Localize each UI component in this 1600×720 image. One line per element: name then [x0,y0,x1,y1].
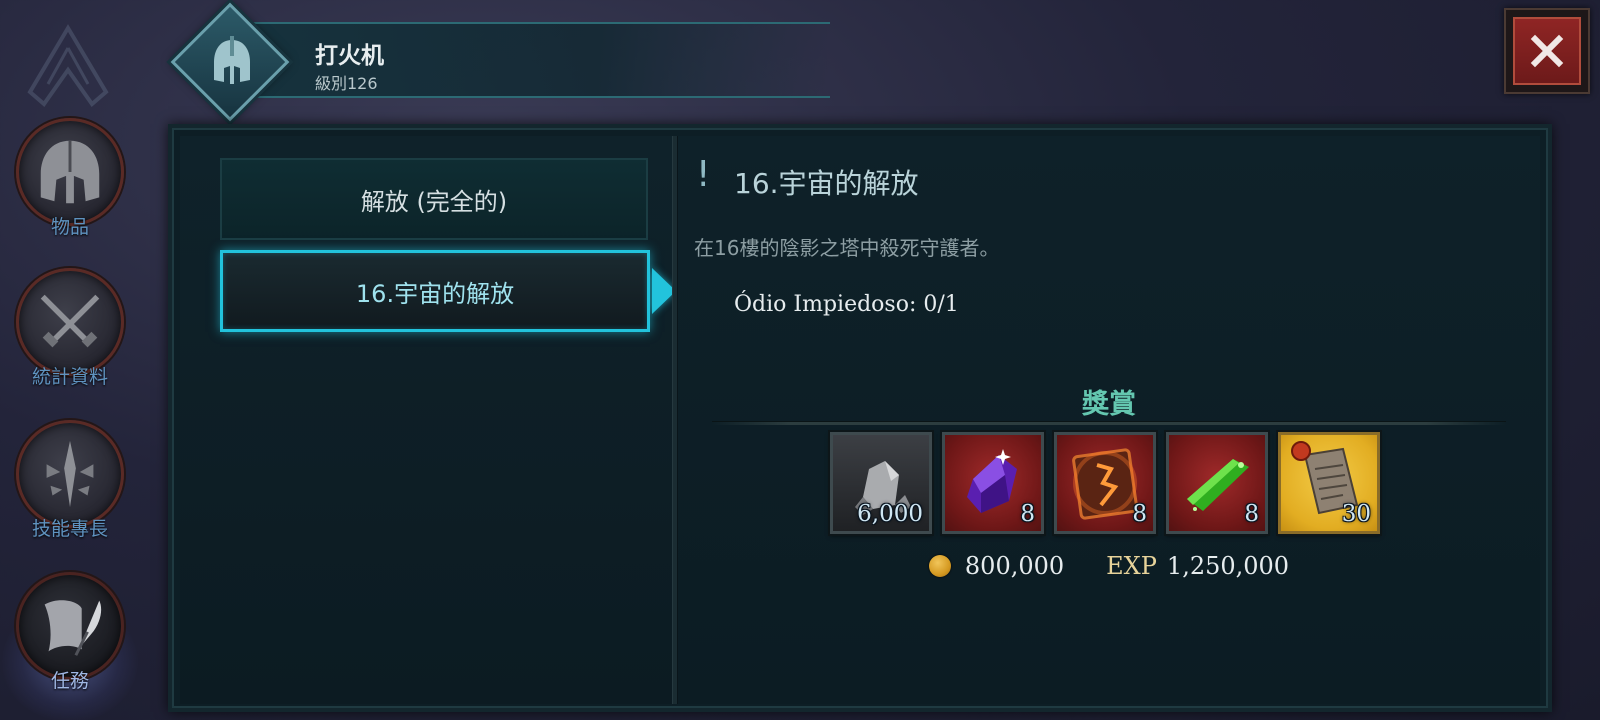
sidebar-item-label: 技能專長 [31,518,108,540]
helmet-icon [40,140,100,204]
sidebar-item-stats[interactable]: 統計資料 [12,268,128,408]
reward-quantity: 8 [1132,501,1147,527]
reward-quantity: 8 [1020,501,1035,527]
sidebar-item-label: 任務 [50,670,89,692]
quest-title: 16.宇宙的解放 [734,167,919,200]
exp-reward: 1,250,000 [1166,552,1290,580]
reward-quantity: 8 [1244,501,1259,527]
rewards-divider [712,421,1506,425]
close-button[interactable] [1504,8,1590,94]
sidebar-item-quests[interactable]: 任務 [2,572,138,720]
reward-slot-purple-gem[interactable]: 8 [942,432,1044,534]
crossed-swords-icon [40,294,100,348]
currency-rewards: 800,000 EXP 1,250,000 [678,546,1540,586]
sidebar-item-skills[interactable]: 技能專長 [12,420,128,560]
exclamation-icon: ! [696,154,711,195]
quest-item-label: 16.宇宙的解放 [355,279,515,308]
exp-label: EXP [1106,552,1157,580]
quest-description: 在16樓的陰影之塔中殺死守護者。 [694,236,1000,260]
quest-list: 解放 (完全的) 16.宇宙的解放 [180,136,676,704]
reward-slot-green-crystal[interactable]: 8 [1166,432,1268,534]
quest-category-label: 解放 (完全的) [360,187,508,216]
quest-panel: 解放 (完全的) 16.宇宙的解放 ! 16.宇宙的解放 在16樓的陰影之塔中殺… [168,124,1552,712]
quest-item-selected[interactable]: 16.宇宙的解放 [220,250,650,332]
reward-slot-scroll[interactable]: 30 [1278,432,1380,534]
character-name: 打火机 [315,43,384,69]
close-icon [1530,34,1564,68]
gold-reward: 800,000 [964,552,1065,580]
sidebar-item-label: 物品 [50,216,89,238]
rewards-title: 獎賞 [1082,389,1136,420]
character-header: 打火机 級別126 [170,2,840,122]
sidebar-item-label: 統計資料 [31,366,108,388]
quest-category-liberation[interactable]: 解放 (完全的) [220,158,648,240]
reward-slot-stone[interactable]: 6,000 [830,432,932,534]
gold-coin-icon [928,555,951,577]
spartan-helmet-icon [214,36,250,84]
reward-quantity: 30 [1341,501,1371,527]
quest-quill-icon [44,600,102,656]
character-level: 級別126 [315,74,378,93]
reward-slot-rune-tome[interactable]: 8 [1054,432,1156,534]
faction-emblem-icon [27,24,109,107]
sidebar-nav: 物品 統計資料 技能專長 任務 [0,0,150,720]
sidebar-item-items[interactable]: 物品 [12,118,128,258]
reward-quantity: 6,000 [857,501,923,527]
quest-objective: Ódio Impiedoso: 0/1 [734,292,959,317]
skill-sword-icon [46,440,94,508]
quest-detail: ! 16.宇宙的解放 在16樓的陰影之塔中殺死守護者。 Ódio Impiedo… [678,136,1540,704]
